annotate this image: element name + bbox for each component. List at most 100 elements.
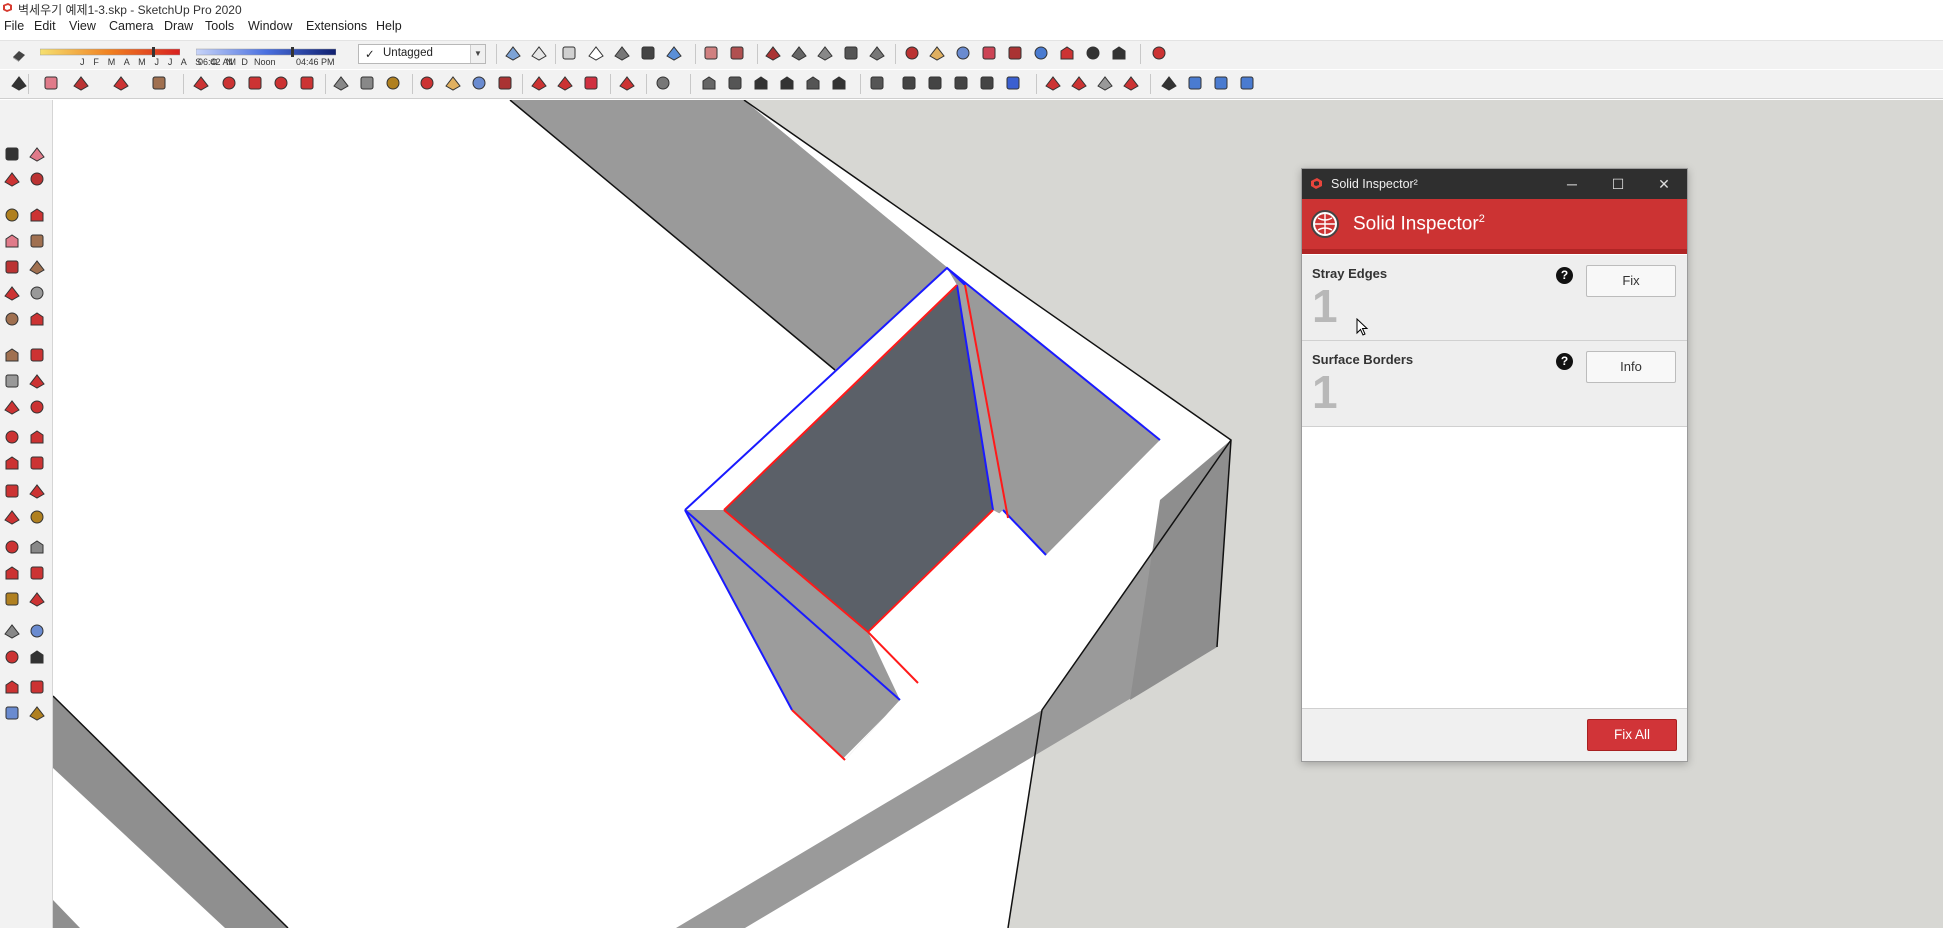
scale-icon[interactable] [298,74,316,92]
back-view-icon[interactable] [868,44,886,62]
fix-button[interactable]: Fix [1586,265,1676,297]
front-view-icon[interactable] [816,44,834,62]
large-tool-left-icon-4[interactable] [3,258,21,276]
style-backedges-icon[interactable] [665,44,683,62]
large-tool-right-icon-17[interactable] [28,622,46,640]
large-tool-left-icon-10[interactable] [3,428,21,446]
large-tool-left-icon-6[interactable] [3,310,21,328]
zoom-icon[interactable] [954,44,972,62]
component-2-icon[interactable] [926,74,944,92]
large-tool-right-icon-16[interactable] [28,590,46,608]
menu-edit[interactable]: Edit [34,19,56,33]
shadow-settings-widget[interactable]: J F M A M J J A S O N D 06:42 AM Noon 04… [38,42,348,67]
section-display-icon[interactable] [1186,74,1204,92]
large-tool-left-icon-18[interactable] [3,648,21,666]
pan-icon[interactable] [928,44,946,62]
menu-tools[interactable]: Tools [205,19,234,33]
large-tool-left-icon-7[interactable] [3,346,21,364]
large-tool-right-icon-14[interactable] [28,538,46,556]
info-button[interactable]: Info [1586,351,1676,383]
section-cuts-icon[interactable] [1212,74,1230,92]
rectangle-icon[interactable] [150,74,168,92]
large-tool-right-icon-3[interactable] [28,232,46,250]
previous-view-icon[interactable] [1032,44,1050,62]
orbit-icon[interactable] [903,44,921,62]
top-view-icon[interactable] [790,44,808,62]
large-tool-right-icon-20[interactable] [28,704,46,722]
push-pull-icon[interactable] [192,74,210,92]
iso-view-icon[interactable] [764,44,782,62]
section-fill-toggle-icon[interactable] [1238,74,1256,92]
menu-help[interactable]: Help [376,19,402,33]
eraser-shadows-toggle-icon[interactable] [10,46,28,64]
large-tool-left-icon-1[interactable] [3,170,21,188]
large-tool-right-icon-12[interactable] [28,482,46,500]
large-tool-right-icon-2[interactable] [28,206,46,224]
large-tool-right-icon-5[interactable] [28,284,46,302]
large-tool-right-icon-10[interactable] [28,428,46,446]
large-tool-right-icon-6[interactable] [28,310,46,328]
component-1-icon[interactable] [900,74,918,92]
groups-icon[interactable] [868,74,886,92]
style-shaded-icon[interactable] [587,44,605,62]
follow-me-icon[interactable] [220,74,238,92]
large-tool-left-icon-5[interactable] [3,284,21,302]
large-tool-right-icon-15[interactable] [28,564,46,582]
top-camera-icon[interactable] [726,74,744,92]
move-icon[interactable] [246,74,264,92]
solid-subtract-icon[interactable] [1070,74,1088,92]
month-slider[interactable] [40,47,180,57]
large-tool-right-icon-0[interactable] [28,145,46,163]
zoom-tool-icon[interactable] [470,74,488,92]
large-tool-left-icon-9[interactable] [3,398,21,416]
large-tool-left-icon-20[interactable] [3,704,21,722]
ruby-console-icon[interactable] [618,74,636,92]
time-slider[interactable] [196,47,336,57]
large-tool-right-icon-7[interactable] [28,346,46,364]
large-tool-left-icon-19[interactable] [3,678,21,696]
walk-icon[interactable] [1110,44,1128,62]
right-view-icon[interactable] [842,44,860,62]
solid-inspector-icon[interactable] [1150,44,1168,62]
large-tool-left-icon-0[interactable] [3,145,21,163]
large-tool-left-icon-2[interactable] [3,206,21,224]
left-camera-icon[interactable] [830,74,848,92]
section-fill-icon[interactable] [728,44,746,62]
component-4-icon[interactable] [978,74,996,92]
maximize-icon[interactable]: ☐ [1595,169,1641,199]
large-tool-left-icon-14[interactable] [3,538,21,556]
position-camera-icon[interactable] [1058,44,1076,62]
style-monochrome-icon[interactable] [639,44,657,62]
minimize-icon[interactable]: ─ [1549,169,1595,199]
large-tool-left-icon-17[interactable] [3,622,21,640]
menu-camera[interactable]: Camera [109,19,153,33]
large-tool-right-icon-9[interactable] [28,398,46,416]
large-tool-left-icon-11[interactable] [3,454,21,472]
large-tool-right-icon-1[interactable] [28,170,46,188]
extension-warehouse-icon[interactable] [556,74,574,92]
back-camera-icon[interactable] [804,74,822,92]
chevron-down-icon[interactable]: ▼ [470,45,485,63]
front-camera-icon[interactable] [752,74,770,92]
section-plane-icon[interactable] [702,44,720,62]
solid-union-icon[interactable] [1044,74,1062,92]
send-to-layout-icon[interactable] [582,74,600,92]
paint-bucket-icon[interactable] [384,74,402,92]
shape-icon[interactable] [112,74,130,92]
pan-tool-icon[interactable] [444,74,462,92]
large-tool-right-icon-13[interactable] [28,508,46,526]
large-tool-right-icon-8[interactable] [28,372,46,390]
look-around-icon[interactable] [1084,44,1102,62]
menu-window[interactable]: Window [248,19,292,33]
large-tool-left-icon-3[interactable] [3,232,21,250]
zoom-window-icon[interactable] [980,44,998,62]
large-tool-left-icon-8[interactable] [3,372,21,390]
text-icon[interactable] [358,74,376,92]
dialog-titlebar[interactable]: Solid Inspector² ─ ☐ ✕ [1302,169,1687,199]
menu-draw[interactable]: Draw [164,19,193,33]
large-tool-left-icon-15[interactable] [3,564,21,582]
style-textures-icon[interactable] [613,44,631,62]
iso-camera-icon[interactable] [700,74,718,92]
large-tool-left-icon-13[interactable] [3,508,21,526]
style-wireframe-icon[interactable] [530,44,548,62]
